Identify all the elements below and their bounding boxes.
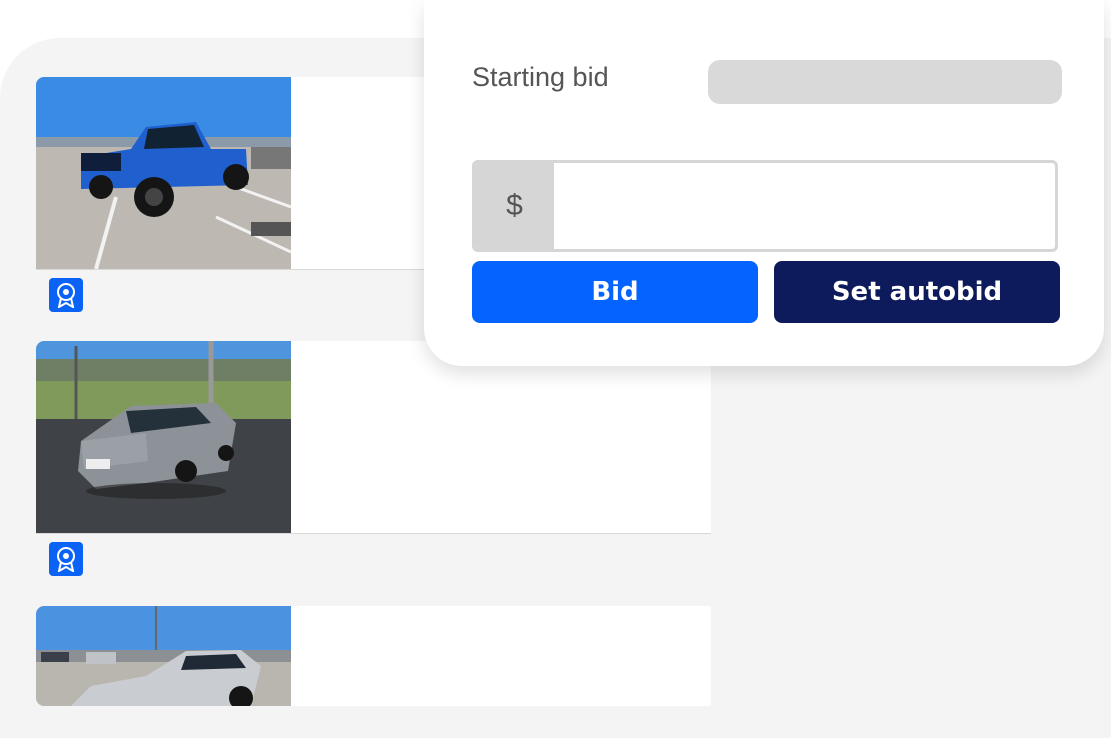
bid-amount-input[interactable] (554, 163, 1055, 249)
blue-truck-image (36, 77, 291, 269)
listing-card[interactable] (36, 341, 711, 582)
vehicle-photo[interactable] (36, 606, 291, 706)
bid-amount-field[interactable]: $ (472, 160, 1058, 252)
vehicle-photo[interactable] (36, 77, 291, 269)
set-autobid-button[interactable]: Set autobid (774, 261, 1060, 323)
silver-hatchback-image (36, 606, 291, 706)
bid-panel: Starting bid $ Bid Set autobid (424, 0, 1104, 366)
listing-card[interactable] (36, 606, 711, 706)
starting-bid-label: Starting bid (472, 62, 609, 92)
vehicle-photo[interactable] (36, 341, 291, 533)
currency-prefix: $ (475, 163, 554, 249)
listing-footer (36, 533, 711, 582)
starting-bid-value (708, 60, 1062, 104)
award-badge-icon[interactable] (49, 542, 83, 576)
award-badge-icon[interactable] (49, 278, 83, 312)
bid-button[interactable]: Bid (472, 261, 758, 323)
silver-sedan-image (36, 341, 291, 533)
